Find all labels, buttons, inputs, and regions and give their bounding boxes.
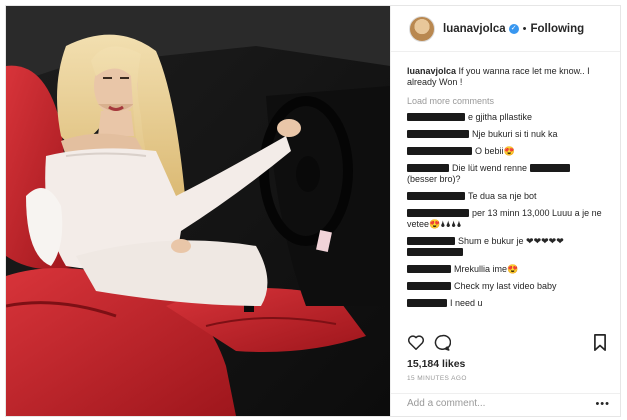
comment-text-cont: (besser bro)? <box>407 174 461 184</box>
add-comment-input[interactable]: Add a comment... ••• <box>391 393 620 415</box>
comments-list: luanavjolca If you wanna race let me kno… <box>407 66 612 315</box>
comment-item: Die lüt wend renne (besser bro)? <box>407 163 612 185</box>
avatar[interactable] <box>409 15 435 42</box>
load-more-comments-link[interactable]: Load more comments <box>407 96 612 107</box>
post-photo-image <box>6 6 390 416</box>
comment-item: I need u <box>407 298 612 309</box>
redacted-username <box>407 113 465 121</box>
redacted-username <box>407 237 455 245</box>
verified-badge-icon: ✓ <box>508 23 519 34</box>
redacted-mention <box>407 248 463 256</box>
more-options-icon[interactable]: ••• <box>595 394 610 414</box>
comment-item: per 13 minn 13,000 Luuu a je ne vetee😍🌢🌢… <box>407 208 612 230</box>
following-button[interactable]: Following <box>531 23 585 35</box>
comment-text: Shum e bukur je ❤❤❤❤❤ <box>458 236 564 246</box>
post-timestamp: 15 MINUTES AGO <box>407 375 467 382</box>
redacted-username <box>407 164 449 172</box>
caption-username[interactable]: luanavjolca <box>407 66 456 76</box>
heart-icon[interactable] <box>407 334 425 351</box>
bookmark-icon[interactable] <box>593 334 607 351</box>
comment-icon[interactable] <box>433 334 451 351</box>
redacted-username <box>407 265 451 273</box>
comment-text: Mrekullia ime😍 <box>454 264 519 274</box>
post-header: luanavjolca ✓ • Following <box>391 6 620 52</box>
comment-item: Te dua sa nje bot <box>407 191 612 202</box>
redacted-mention <box>529 164 570 172</box>
comment-text: Die lüt wend renne <box>452 163 528 173</box>
add-comment-placeholder: Add a comment... <box>407 398 486 409</box>
redacted-username <box>407 299 447 307</box>
comment-text: Check my last video baby <box>454 281 557 291</box>
comment-text: Nje bukuri si ti nuk ka <box>472 129 558 139</box>
redacted-username <box>407 130 469 138</box>
comment-text: Te dua sa nje bot <box>468 191 537 201</box>
redacted-username <box>407 209 469 217</box>
comment-text: O bebii😍 <box>475 146 515 156</box>
comment-item: Check my last video baby <box>407 281 612 292</box>
comment-item: e gjitha pllastike <box>407 112 612 123</box>
caption: luanavjolca If you wanna race let me kno… <box>407 66 612 88</box>
comment-item: O bebii😍 <box>407 146 612 157</box>
redacted-username <box>407 192 465 200</box>
instagram-post-card: luanavjolca ✓ • Following luanavjolca If… <box>5 5 621 417</box>
action-bar <box>407 334 607 354</box>
likes-count[interactable]: 15,184 likes <box>407 358 465 370</box>
post-side-panel: luanavjolca ✓ • Following luanavjolca If… <box>390 6 620 416</box>
post-photo[interactable] <box>6 6 390 416</box>
comment-item: Nje bukuri si ti nuk ka <box>407 129 612 140</box>
separator-dot: • <box>522 22 527 35</box>
comment-item: Shum e bukur je ❤❤❤❤❤ <box>407 236 612 258</box>
redacted-username <box>407 147 472 155</box>
redacted-username <box>407 282 451 290</box>
header-username[interactable]: luanavjolca <box>443 23 506 35</box>
comment-text: I need u <box>450 298 483 308</box>
comment-text: e gjitha pllastike <box>468 112 533 122</box>
comment-item: Mrekullia ime😍 <box>407 264 612 275</box>
